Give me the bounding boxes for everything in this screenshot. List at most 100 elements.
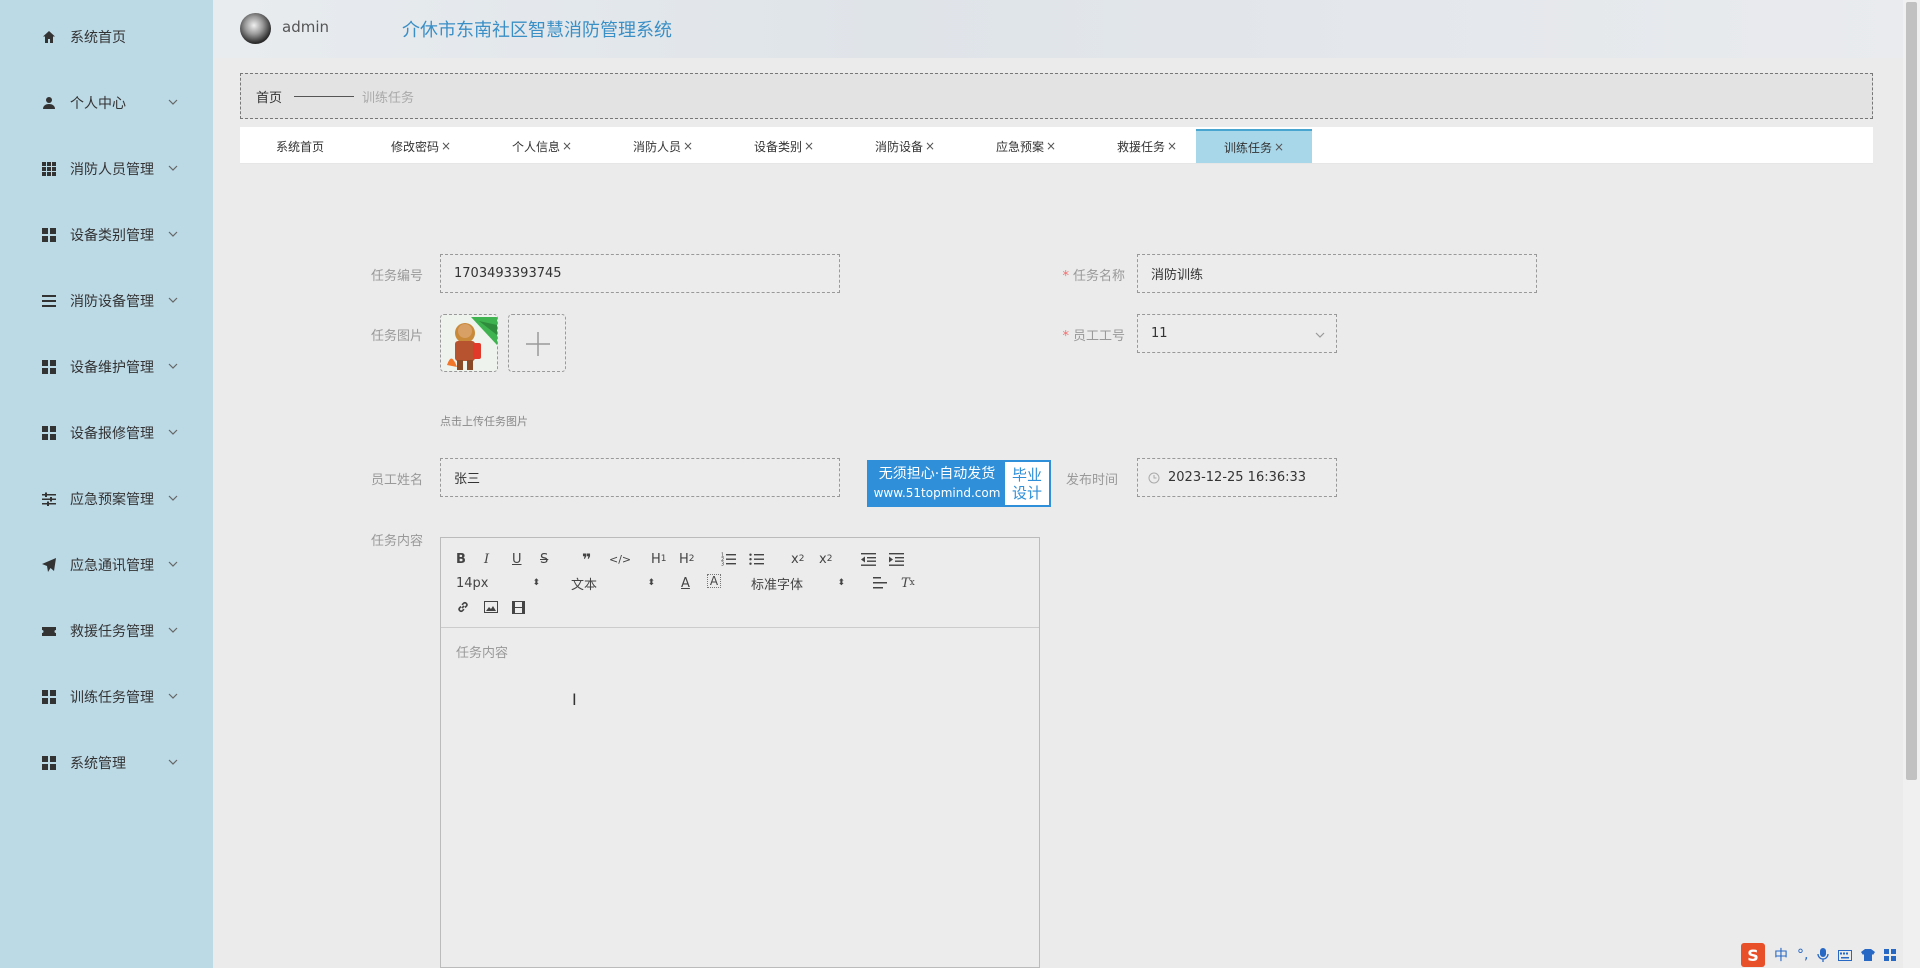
tab-personal-info[interactable]: 个人信息 × bbox=[484, 129, 600, 163]
sidebar-item-label: 个人中心 bbox=[70, 96, 126, 112]
font-family-select[interactable]: 标准字体 ⬍ bbox=[751, 574, 845, 593]
grid-icon bbox=[42, 690, 56, 704]
home-icon bbox=[42, 30, 56, 44]
bold-icon[interactable]: B bbox=[456, 550, 466, 568]
close-icon[interactable]: × bbox=[562, 139, 572, 153]
chevron-down-icon bbox=[168, 495, 178, 501]
bullet-list-icon[interactable] bbox=[749, 550, 764, 568]
tab-training-task[interactable]: 训练任务 × bbox=[1196, 129, 1312, 163]
sidebar-item-label: 消防设备管理 bbox=[70, 294, 154, 310]
grid-icon bbox=[42, 228, 56, 242]
page-scrollbar-thumb[interactable] bbox=[1906, 2, 1917, 780]
tab-label: 消防设备 bbox=[874, 139, 923, 154]
grid-menu-icon[interactable] bbox=[1884, 949, 1897, 961]
username[interactable]: admin bbox=[282, 18, 329, 36]
tab-rescue-task[interactable]: 救援任务 × bbox=[1089, 129, 1205, 163]
subscript-icon[interactable]: x2 bbox=[791, 550, 804, 568]
ime-toolbar[interactable]: S 中 °, bbox=[1741, 942, 1909, 968]
sidebar: 系统首页 个人中心 消防人员管理 设备类别管理 消防设备管理 设备维护管理 设备… bbox=[0, 0, 213, 968]
background-color-icon[interactable]: A bbox=[707, 574, 721, 588]
task-image-label: 任务图片 bbox=[370, 329, 423, 344]
emp-name-field[interactable]: 张三 bbox=[440, 458, 840, 497]
code-icon[interactable]: </> bbox=[609, 550, 631, 568]
h2-icon[interactable]: H2 bbox=[679, 550, 695, 568]
close-icon[interactable]: × bbox=[1274, 140, 1284, 154]
paragraph-select[interactable]: 文本 ⬍ bbox=[571, 574, 655, 593]
video-icon[interactable] bbox=[512, 598, 525, 616]
sidebar-item-training-task[interactable]: 训练任务管理 bbox=[0, 677, 213, 717]
task-no-field[interactable]: 1703493393745 bbox=[440, 254, 840, 293]
outdent-icon[interactable] bbox=[861, 550, 876, 568]
breadcrumb: 首页 训练任务 bbox=[240, 73, 1873, 119]
editor-content-area[interactable]: 任务内容 bbox=[441, 629, 1039, 967]
task-image-thumbnail[interactable] bbox=[440, 314, 498, 372]
quote-icon[interactable]: ❞ bbox=[582, 550, 591, 569]
indent-icon[interactable] bbox=[889, 550, 904, 568]
sidebar-item-profile[interactable]: 个人中心 bbox=[0, 83, 213, 123]
link-icon[interactable] bbox=[456, 598, 470, 616]
font-size-value: 14px bbox=[456, 575, 489, 591]
firefighter-image-icon bbox=[441, 315, 497, 371]
sidebar-item-system[interactable]: 系统管理 bbox=[0, 743, 213, 783]
upload-add-button[interactable] bbox=[508, 314, 566, 372]
task-name-label-text: 任务名称 bbox=[1072, 269, 1125, 284]
ad-banner-left: 无须担心·自动发货 www.51topmind.com bbox=[869, 462, 1005, 505]
keyboard-icon[interactable] bbox=[1838, 949, 1853, 961]
tab-firefighters[interactable]: 消防人员 × bbox=[605, 129, 721, 163]
tab-label: 训练任务 bbox=[1223, 140, 1272, 155]
sidebar-item-emergency-comm[interactable]: 应急通讯管理 bbox=[0, 545, 213, 585]
task-no-label: 任务编号 bbox=[370, 269, 423, 284]
close-icon[interactable]: × bbox=[925, 139, 935, 153]
grid-icon bbox=[42, 162, 56, 176]
close-icon[interactable]: × bbox=[1046, 139, 1056, 153]
ime-lang[interactable]: 中 bbox=[1774, 945, 1788, 965]
close-icon[interactable]: × bbox=[683, 139, 693, 153]
sogou-logo-icon: S bbox=[1741, 943, 1765, 967]
sidebar-item-fire-equipment[interactable]: 消防设备管理 bbox=[0, 281, 213, 321]
paragraph-value: 文本 bbox=[571, 577, 598, 593]
tab-emergency-plan[interactable]: 应急预案 × bbox=[968, 129, 1084, 163]
image-icon[interactable] bbox=[484, 598, 498, 616]
strike-icon[interactable]: S bbox=[540, 550, 548, 568]
sidebar-item-maintenance[interactable]: 设备维护管理 bbox=[0, 347, 213, 387]
list-icon bbox=[42, 294, 56, 308]
close-icon[interactable]: × bbox=[804, 139, 814, 153]
sidebar-item-rescue-task[interactable]: 救援任务管理 bbox=[0, 611, 213, 651]
breadcrumb-home[interactable]: 首页 bbox=[256, 87, 282, 106]
publish-time-picker[interactable]: 2023-12-25 16:36:33 bbox=[1137, 458, 1337, 497]
microphone-icon[interactable] bbox=[1817, 948, 1830, 962]
ad-banner[interactable]: 无须担心·自动发货 www.51topmind.com 毕业 设计 bbox=[867, 460, 1051, 507]
chevron-down-icon bbox=[168, 99, 178, 105]
ordered-list-icon[interactable]: 123 bbox=[721, 550, 736, 568]
tab-home[interactable]: 系统首页 bbox=[242, 129, 358, 163]
task-name-label: * 任务名称 bbox=[1040, 265, 1125, 284]
font-color-icon[interactable]: A bbox=[681, 574, 690, 592]
sliders-icon bbox=[42, 492, 56, 506]
task-name-field[interactable]: 消防训练 bbox=[1137, 254, 1537, 293]
tab-change-password[interactable]: 修改密码 × bbox=[363, 129, 479, 163]
sidebar-item-firefighters[interactable]: 消防人员管理 bbox=[0, 149, 213, 189]
sidebar-item-label: 救援任务管理 bbox=[70, 624, 154, 640]
align-icon[interactable] bbox=[873, 574, 887, 592]
tab-device-category[interactable]: 设备类别 × bbox=[726, 129, 842, 163]
sidebar-item-device-category[interactable]: 设备类别管理 bbox=[0, 215, 213, 255]
superscript-icon[interactable]: x2 bbox=[819, 550, 832, 568]
clear-format-icon[interactable]: Tx bbox=[901, 574, 915, 592]
avatar[interactable] bbox=[240, 13, 271, 44]
close-icon[interactable]: × bbox=[441, 139, 451, 153]
h1-icon[interactable]: H1 bbox=[651, 550, 667, 568]
tab-fire-equipment[interactable]: 消防设备 × bbox=[847, 129, 963, 163]
emp-no-select[interactable]: 11 bbox=[1137, 314, 1337, 353]
skin-icon[interactable] bbox=[1861, 949, 1876, 961]
close-icon[interactable]: × bbox=[1167, 139, 1177, 153]
ime-punct[interactable]: °, bbox=[1797, 947, 1808, 963]
italic-icon[interactable]: I bbox=[484, 550, 489, 568]
breadcrumb-current: 训练任务 bbox=[362, 90, 415, 106]
sidebar-item-repair[interactable]: 设备报修管理 bbox=[0, 413, 213, 453]
breadcrumb-separator bbox=[294, 96, 354, 97]
font-size-select[interactable]: 14px ⬍ bbox=[456, 574, 540, 592]
sidebar-item-home[interactable]: 系统首页 bbox=[0, 17, 213, 57]
sidebar-item-emergency-plan[interactable]: 应急预案管理 bbox=[0, 479, 213, 519]
underline-icon[interactable]: U bbox=[512, 550, 522, 568]
chevron-down-icon bbox=[168, 429, 178, 435]
